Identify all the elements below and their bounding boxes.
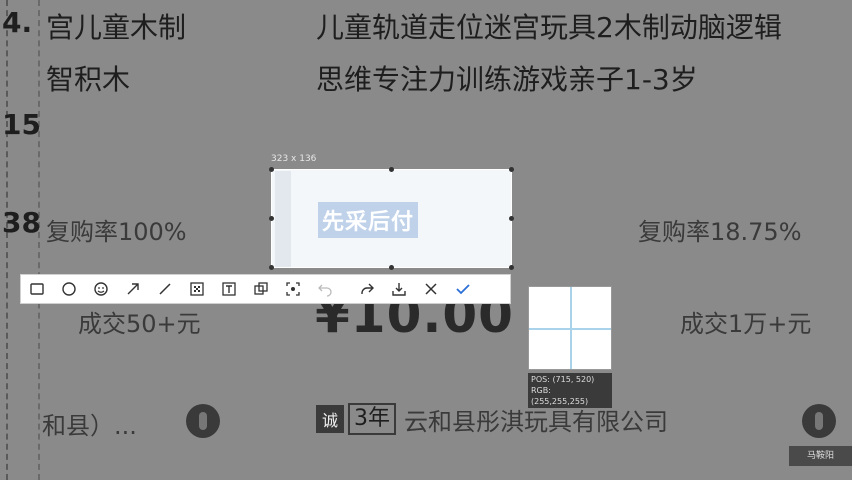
resize-handle-se[interactable]	[509, 265, 514, 270]
resize-handle-w[interactable]	[269, 216, 274, 221]
left-deal-volume: 成交50+元	[78, 310, 201, 338]
right-shop-seal-icon	[802, 404, 836, 438]
pixel-info: POS: (715, 520) RGB: (255,255,255)	[528, 373, 612, 408]
resize-handle-n[interactable]	[389, 167, 394, 172]
integrity-badge-icon: 诚	[316, 405, 344, 433]
rectangle-icon[interactable]	[21, 275, 53, 303]
left-repurchase-rate: 复购率100%	[46, 218, 187, 246]
magnifier-crosshair-v	[570, 287, 572, 369]
resize-handle-nw[interactable]	[269, 167, 274, 172]
left-number-a: 15	[2, 108, 41, 141]
line-icon[interactable]	[149, 275, 181, 303]
left-number-b: 38	[2, 206, 41, 239]
right-repurchase-rate: 复购率18.75%	[638, 218, 802, 246]
pixel-position: POS: (715, 520)	[531, 375, 595, 384]
product-title-line2: 思维专注力训练游戏亲子1-3岁	[316, 63, 698, 96]
resize-handle-ne[interactable]	[509, 167, 514, 172]
product-title-line1: 儿童轨道走位迷宫玩具2木制动脑逻辑	[316, 11, 782, 44]
copy-icon[interactable]	[245, 275, 277, 303]
pixel-rgb: RGB: (255,255,255)	[531, 386, 589, 406]
share-icon[interactable]	[351, 275, 383, 303]
left-index-label: 4.	[2, 6, 33, 39]
resize-handle-s[interactable]	[389, 265, 394, 270]
resize-handle-sw[interactable]	[269, 265, 274, 270]
capture-selection[interactable]: 先采后付	[271, 169, 512, 268]
text-icon[interactable]	[213, 275, 245, 303]
save-icon[interactable]	[383, 275, 415, 303]
capture-toolbar	[20, 274, 511, 304]
emoji-icon[interactable]	[85, 275, 117, 303]
selected-badge-text: 先采后付	[318, 202, 419, 238]
left-title-line1: 宫儿童木制	[46, 11, 187, 44]
selection-size-label: 323 x 136	[271, 154, 317, 164]
confirm-icon[interactable]	[447, 275, 479, 303]
magnifier-preview	[528, 286, 612, 370]
corner-button[interactable]: 马鞍阳	[789, 446, 852, 466]
resize-handle-e[interactable]	[509, 216, 514, 221]
right-deal-volume: 成交1万+元	[680, 310, 812, 338]
shop-years-badge: 3年	[348, 403, 396, 435]
pin-icon[interactable]	[277, 275, 309, 303]
undo-icon[interactable]	[309, 275, 341, 303]
left-title-line2: 智积木	[46, 63, 131, 96]
selection-stripe	[275, 171, 291, 267]
arrow-icon[interactable]	[117, 275, 149, 303]
ellipse-icon[interactable]	[53, 275, 85, 303]
close-icon[interactable]	[415, 275, 447, 303]
mosaic-icon[interactable]	[181, 275, 213, 303]
